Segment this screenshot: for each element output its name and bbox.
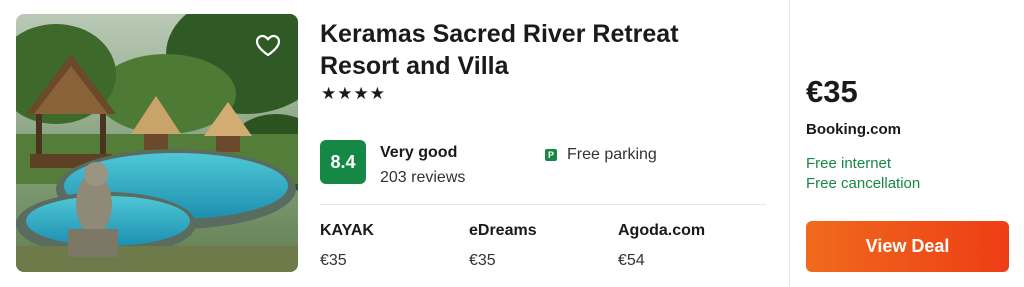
provider-name: Agoda.com bbox=[618, 222, 706, 239]
provider-name: KAYAK bbox=[320, 222, 374, 239]
provider-kayak[interactable]: KAYAK €35 bbox=[320, 222, 460, 270]
best-deal: €35 Booking.com Free internet Free cance… bbox=[806, 0, 1016, 287]
favorite-button[interactable] bbox=[252, 30, 284, 62]
deal-price: €35 bbox=[806, 74, 858, 109]
provider-agoda[interactable]: Agoda.com €54 bbox=[618, 222, 758, 270]
star-rating: ★★★★ bbox=[321, 84, 386, 104]
hotel-photo[interactable] bbox=[16, 14, 298, 272]
column-separator bbox=[789, 0, 790, 287]
amenity-label: Free parking bbox=[567, 146, 657, 163]
rating-score-badge: 8.4 bbox=[320, 140, 366, 184]
hotel-name[interactable]: Keramas Sacred River Retreat Resort and … bbox=[320, 18, 760, 82]
provider-price: €35 bbox=[320, 252, 347, 269]
feature-free-cancellation: Free cancellation bbox=[806, 175, 921, 192]
provider-price: €35 bbox=[469, 252, 496, 269]
amenity-parking: P Free parking bbox=[545, 146, 657, 164]
review-count[interactable]: 203 reviews bbox=[380, 169, 465, 187]
provider-edreams[interactable]: eDreams €35 bbox=[469, 222, 609, 270]
feature-free-internet: Free internet bbox=[806, 155, 892, 172]
hotel-result-card: Keramas Sacred River Retreat Resort and … bbox=[0, 0, 1024, 287]
provider-price: €54 bbox=[618, 252, 645, 269]
provider-name: eDreams bbox=[469, 222, 537, 239]
deal-provider: Booking.com bbox=[806, 121, 902, 138]
parking-icon: P bbox=[545, 149, 557, 161]
heart-icon bbox=[255, 34, 281, 57]
divider bbox=[320, 204, 766, 205]
rating-label: Very good bbox=[380, 144, 458, 161]
view-deal-button[interactable]: View Deal bbox=[806, 221, 1009, 272]
hotel-info: Keramas Sacred River Retreat Resort and … bbox=[320, 14, 768, 274]
